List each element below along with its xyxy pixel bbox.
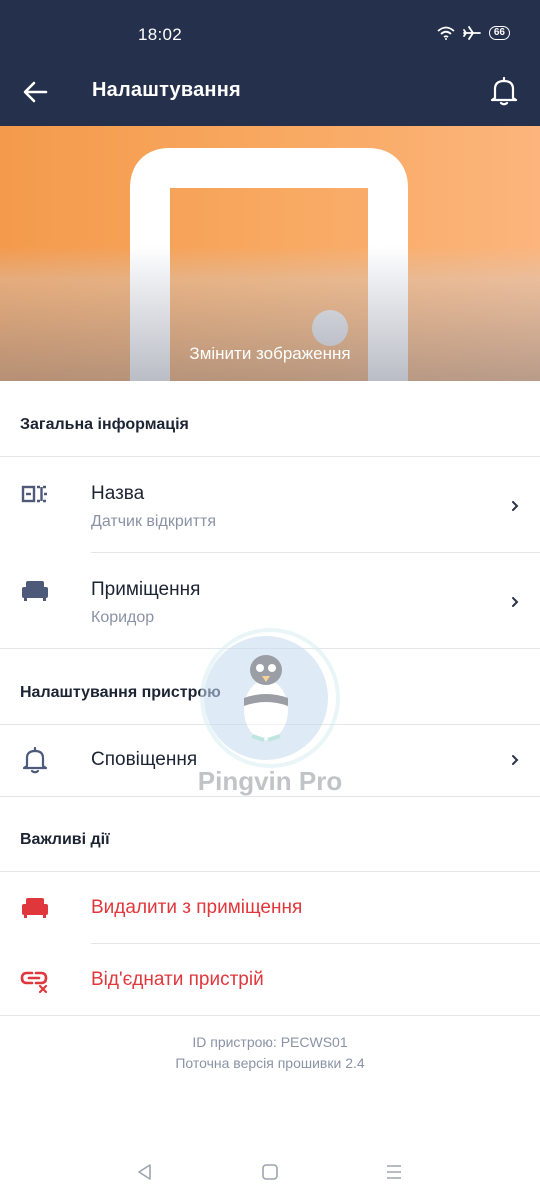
bell-icon[interactable] [490, 76, 518, 106]
battery-icon: 66 [488, 26, 510, 40]
sofa-icon [22, 581, 48, 601]
device-id-text: ID пристрою: PECWS01 [192, 1034, 348, 1050]
airplane-icon [462, 26, 481, 40]
firmware-version-text: Поточна версія прошивки 2.4 [175, 1055, 365, 1071]
nav-menu-icon[interactable] [384, 1162, 404, 1182]
device-image[interactable]: Змінити зображення [0, 126, 540, 381]
name-row[interactable]: Назва Датчик відкриття [0, 457, 540, 552]
name-value: Датчик відкриття [91, 513, 216, 530]
bell-icon [22, 746, 48, 774]
status-time: 18:02 [138, 25, 183, 44]
divider [0, 1015, 540, 1016]
nav-home-icon[interactable] [260, 1162, 280, 1182]
disconnect-label: Від'єднати пристрій [91, 969, 264, 990]
wifi-icon [437, 26, 455, 40]
notifications-title: Сповіщення [91, 749, 198, 770]
penguin-logo [200, 628, 340, 768]
page-title: Налаштування [92, 79, 241, 101]
unlink-icon [20, 971, 48, 994]
room-title: Приміщення [91, 579, 201, 600]
chevron-right-icon [512, 597, 519, 607]
sofa-icon [22, 898, 48, 918]
name-title: Назва [91, 483, 145, 504]
watermark-text: Pingvin Pro [197, 766, 343, 796]
remove-from-room-label: Видалити з приміщення [91, 897, 303, 918]
watermark: Pingvin Pro [190, 628, 350, 800]
chevron-right-icon [512, 755, 519, 765]
section-header-general: Загальна інформація [20, 416, 189, 433]
nav-back-icon[interactable] [135, 1162, 155, 1182]
chevron-right-icon [512, 501, 519, 511]
system-nav-bar [0, 1140, 540, 1200]
section-header-actions: Важливі дії [20, 831, 110, 848]
disconnect-row[interactable]: Від'єднати пристрій [0, 944, 540, 1015]
label-icon [21, 485, 47, 503]
room-value: Коридор [91, 609, 155, 626]
change-image-label[interactable]: Змінити зображення [0, 344, 540, 364]
app-bar: Налаштування [0, 56, 540, 126]
status-icons: 66 [437, 26, 510, 40]
arrow-left-icon[interactable] [22, 78, 50, 106]
status-bar: 18:02 66 [0, 0, 540, 56]
remove-from-room-row[interactable]: Видалити з приміщення [0, 872, 540, 943]
